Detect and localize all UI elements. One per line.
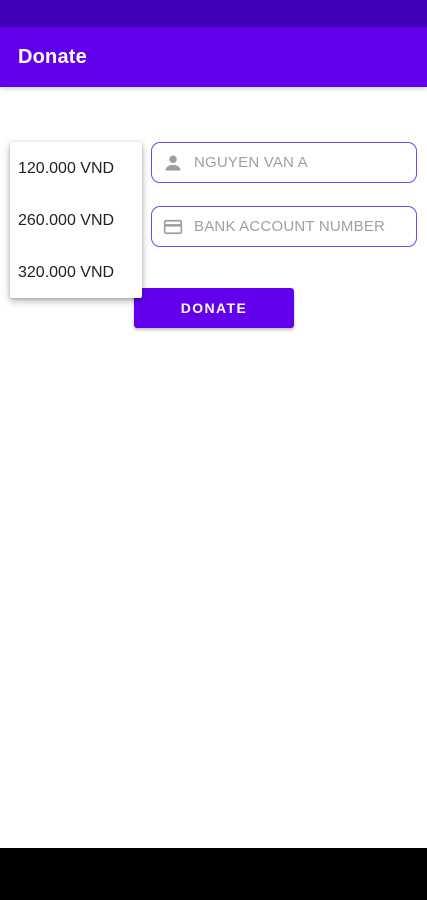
menu-item-amount[interactable]: 320.000 VND — [10, 247, 142, 299]
credit-card-icon — [163, 217, 183, 237]
menu-item-amount[interactable]: 260.000 VND — [10, 195, 142, 247]
amount-dropdown-menu: 120.000 VND 260.000 VND 320.000 VND — [10, 142, 142, 298]
page-title: Donate — [18, 46, 87, 68]
bank-account-input[interactable] — [194, 207, 409, 245]
status-bar — [0, 0, 427, 27]
donate-button[interactable]: DONATE — [134, 288, 294, 328]
menu-item-amount[interactable]: 120.000 VND — [10, 143, 142, 195]
bank-account-field[interactable] — [151, 206, 417, 247]
name-input[interactable] — [194, 143, 409, 181]
name-field[interactable] — [151, 142, 417, 183]
person-icon — [163, 153, 183, 173]
app-bar: Donate — [0, 27, 427, 87]
system-navigation-bar — [0, 848, 427, 900]
